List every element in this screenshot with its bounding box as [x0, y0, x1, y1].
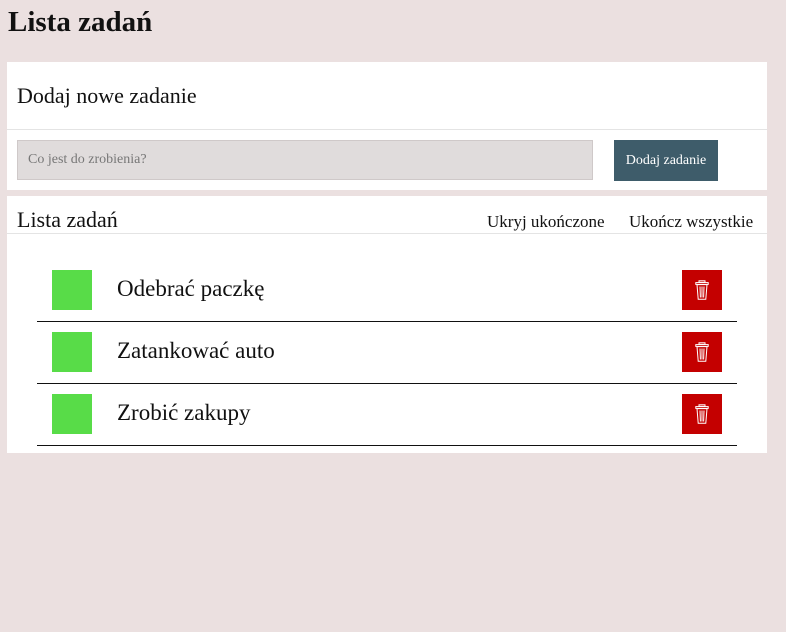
task-label: Odebrać paczkę	[117, 276, 265, 301]
task-label: Zatankować auto	[117, 338, 275, 363]
hide-completed-link[interactable]: Ukryj ukończone	[487, 211, 605, 233]
task-item: Odebrać paczkę	[37, 260, 737, 322]
complete-all-link[interactable]: Ukończ wszystkie	[629, 211, 753, 233]
add-task-heading: Dodaj nowe zadanie	[17, 83, 197, 108]
delete-task-button[interactable]	[682, 394, 722, 434]
trash-icon	[695, 342, 709, 362]
task-list-heading: Lista zadań	[17, 207, 118, 232]
task-list-divider	[7, 233, 767, 234]
trash-icon	[695, 280, 709, 300]
add-task-divider	[7, 129, 767, 130]
new-task-input[interactable]	[17, 140, 593, 180]
delete-task-button[interactable]	[682, 270, 722, 310]
add-task-panel: Dodaj nowe zadanie Dodaj zadanie	[7, 62, 767, 190]
task-complete-checkbox[interactable]	[52, 270, 92, 310]
task-list: Odebrać paczkę Zatankować auto Zrobić za…	[37, 260, 737, 446]
delete-task-button[interactable]	[682, 332, 722, 372]
add-task-button[interactable]: Dodaj zadanie	[614, 140, 718, 181]
trash-icon	[695, 404, 709, 424]
task-item: Zatankować auto	[37, 322, 737, 384]
task-list-panel: Lista zadań Ukryj ukończone Ukończ wszys…	[7, 196, 767, 453]
task-item: Zrobić zakupy	[37, 384, 737, 446]
task-complete-checkbox[interactable]	[52, 394, 92, 434]
task-complete-checkbox[interactable]	[52, 332, 92, 372]
task-label: Zrobić zakupy	[117, 400, 251, 425]
page-title: Lista zadań	[8, 6, 153, 38]
